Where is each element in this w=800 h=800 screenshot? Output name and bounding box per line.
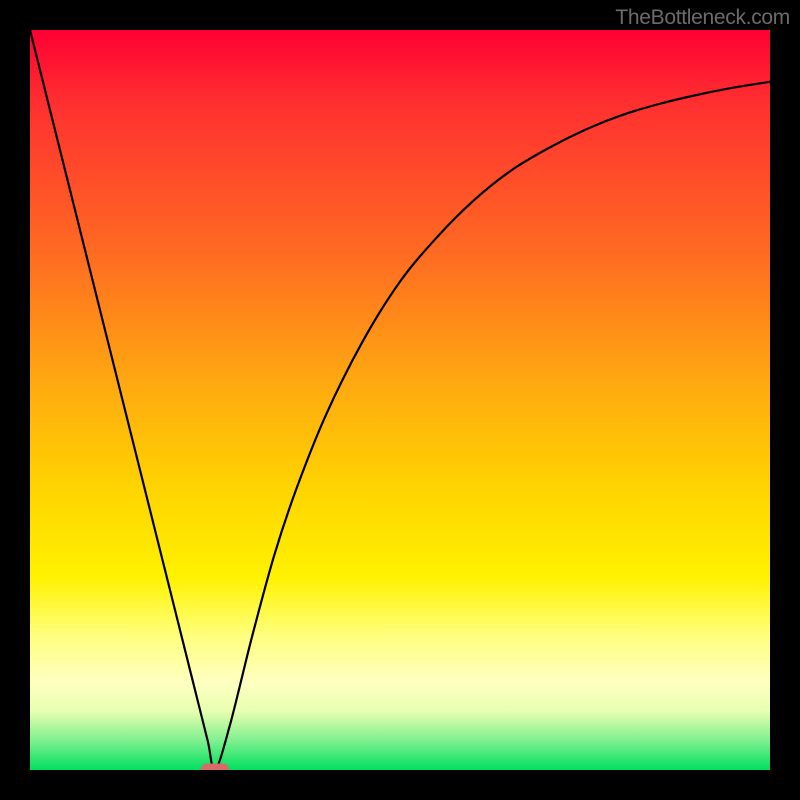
optimal-marker [201, 764, 229, 771]
bottleneck-curve [30, 30, 770, 770]
chart-frame: TheBottleneck.com [0, 0, 800, 800]
plot-area [30, 30, 770, 770]
chart-svg [30, 30, 770, 770]
attribution-label: TheBottleneck.com [615, 6, 790, 30]
